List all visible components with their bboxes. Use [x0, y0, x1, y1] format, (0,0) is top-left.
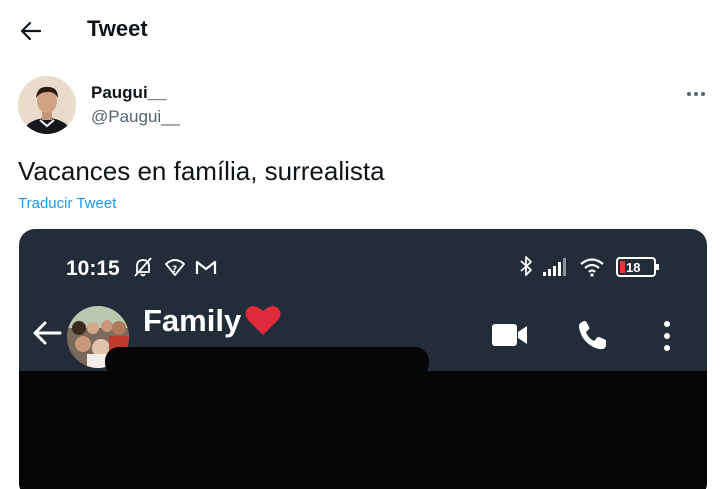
more-options-button[interactable] [680, 84, 712, 104]
heart-emoji [245, 306, 281, 335]
tweet-text: Vacances en família, surrealista [18, 156, 385, 186]
bluetooth-icon [520, 256, 532, 276]
more-horizontal-icon [687, 92, 705, 96]
top-bar: Tweet [0, 0, 720, 60]
back-button[interactable] [14, 14, 48, 48]
display-name[interactable]: Paugui__ [91, 83, 167, 103]
video-camera-icon[interactable] [491, 322, 529, 348]
bell-off-icon [134, 257, 152, 277]
profile-photo [18, 76, 76, 134]
chat-back-button[interactable] [31, 317, 63, 349]
chat-name: Family [143, 303, 242, 338]
avatar[interactable] [18, 76, 76, 134]
battery-level: 18 [626, 260, 641, 275]
arrow-left-icon [21, 22, 41, 40]
page-title: Tweet [87, 16, 148, 41]
phone-icon[interactable] [576, 320, 608, 352]
gmail-icon [195, 260, 217, 274]
signal-icon [543, 258, 566, 276]
translate-link[interactable]: Traducir Tweet [18, 195, 116, 212]
wifi-question-icon: ? [165, 259, 185, 276]
status-time: 10:15 [66, 257, 120, 280]
svg-text:?: ? [172, 265, 177, 275]
wifi-icon [580, 258, 604, 277]
redaction-block [19, 371, 707, 489]
kebab-menu-icon[interactable] [659, 319, 675, 353]
tweet-media-image[interactable]: 10:15 ? 18 Family [19, 229, 707, 489]
user-handle[interactable]: @Paugui__ [91, 107, 180, 127]
